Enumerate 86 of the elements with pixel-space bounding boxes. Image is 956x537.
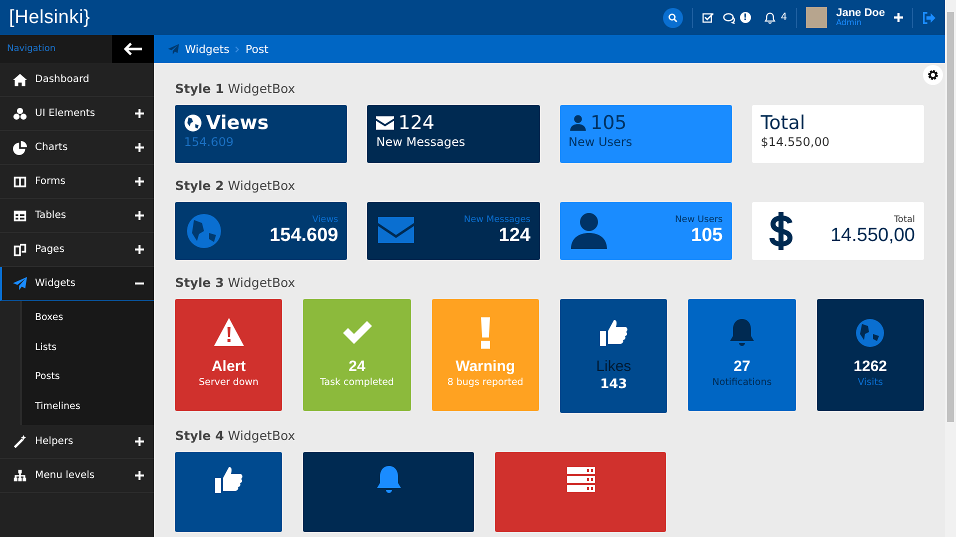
tile-title: 24 [348,358,366,375]
sidebar-item[interactable]: Widgets [0,267,154,301]
sidebar-item[interactable]: Charts [0,131,154,165]
tile-title: Alert [212,358,246,375]
left-arrow-icon [123,42,143,56]
home-icon [13,72,27,86]
section-title: Style 2 WidgetBox [175,178,296,193]
widget-title: 124 [398,112,435,134]
submenu-item[interactable]: Boxes [22,303,154,332]
chevron-icon [235,46,240,52]
widget-value: 105 [691,225,723,247]
user-icon [568,211,608,251]
widget-title: Total [760,112,806,134]
widget-title: 105 [590,112,627,134]
cubes-icon [13,106,27,120]
sidebar-item[interactable]: Helpers [0,425,154,459]
widget-label: Views [312,215,338,225]
thumbs-up-icon [212,464,244,496]
widget-label: New Users [675,215,723,225]
envelope-icon [376,114,394,132]
sidebar-item[interactable]: Forms [0,165,154,199]
widget-subtitle: New Messages [376,135,466,149]
chat-icon[interactable] [722,12,737,24]
sidebar-item[interactable]: Dashboard [0,63,154,97]
widget-label: Total [894,215,915,225]
tile-subtitle: Visits [858,377,883,388]
plus-icon[interactable] [894,13,903,22]
navigation-label: Navigation [6,44,56,54]
tile-title: 1262 [854,358,888,375]
widget-label: New Messages [464,215,530,225]
section-title: Style 1 WidgetBox [175,81,296,96]
warning-icon [212,317,245,349]
exclamation-icon [480,317,490,349]
widget-title: Views [206,112,269,134]
globe-icon [184,211,224,251]
submenu-item[interactable]: Posts [22,362,154,392]
plane-icon [168,44,179,54]
sidebar-item[interactable]: UI Elements [0,97,154,131]
widget-subtitle: 154.609 [184,135,235,149]
tile-subtitle: 8 bugs reported [447,377,524,388]
sidebar-item[interactable]: Menu levels [0,459,154,493]
submenu-item[interactable]: Timelines [22,392,154,421]
section-title: Style 4 WidgetBox [175,428,296,443]
pages-icon [13,242,27,256]
search-button[interactable] [662,8,683,28]
tile-title: Warning [456,358,516,375]
user-name[interactable]: Jane Doe [836,8,885,19]
collapse-button[interactable] [112,35,154,63]
widget-value: 124 [498,225,530,247]
message-badge: ! [740,12,751,23]
scrollbar[interactable] [945,0,956,537]
bell-icon[interactable] [764,12,776,24]
user-icon [568,114,586,132]
tile-title: Likes [596,358,632,375]
settings-icon [927,69,939,81]
tile-subtitle: 143 [600,377,628,392]
globe-icon [184,114,202,132]
pie-icon [13,140,27,154]
user-role: Admin [836,19,863,27]
tile-subtitle: Task completed [320,377,394,388]
tile-subtitle: Server down [198,377,259,388]
tile-subtitle: Notifications [712,377,772,388]
table-icon [13,208,27,222]
globe-icon [854,317,886,349]
logo[interactable]: [Helsinki} [9,6,90,28]
logout-icon[interactable] [922,12,936,24]
sitemap-icon [13,468,27,482]
settings-button[interactable] [923,65,943,85]
thumbs-up-icon [598,317,630,349]
submenu-item[interactable]: Lists [22,332,154,362]
breadcrumb-link[interactable]: Post [245,42,268,56]
wand-icon [13,434,27,448]
notification-count: 4 [780,12,788,23]
breadcrumb-link[interactable]: Widgets [185,42,230,56]
plane-icon [13,276,27,290]
checkbox-icon[interactable] [702,12,714,24]
sidebar-item[interactable]: Tables [0,199,154,233]
columns-icon [13,174,27,188]
widget-subtitle: New Users [568,135,634,149]
widget-value: 154.609 [270,225,338,247]
tile-title: 27 [734,358,750,375]
avatar-placeholder[interactable] [806,7,828,28]
widget-value: 14.550,00 [830,225,915,247]
widget-subtitle: $14.550,00 [760,135,830,149]
search-icon [668,12,678,22]
section-title: Style 3 WidgetBox [175,275,296,290]
